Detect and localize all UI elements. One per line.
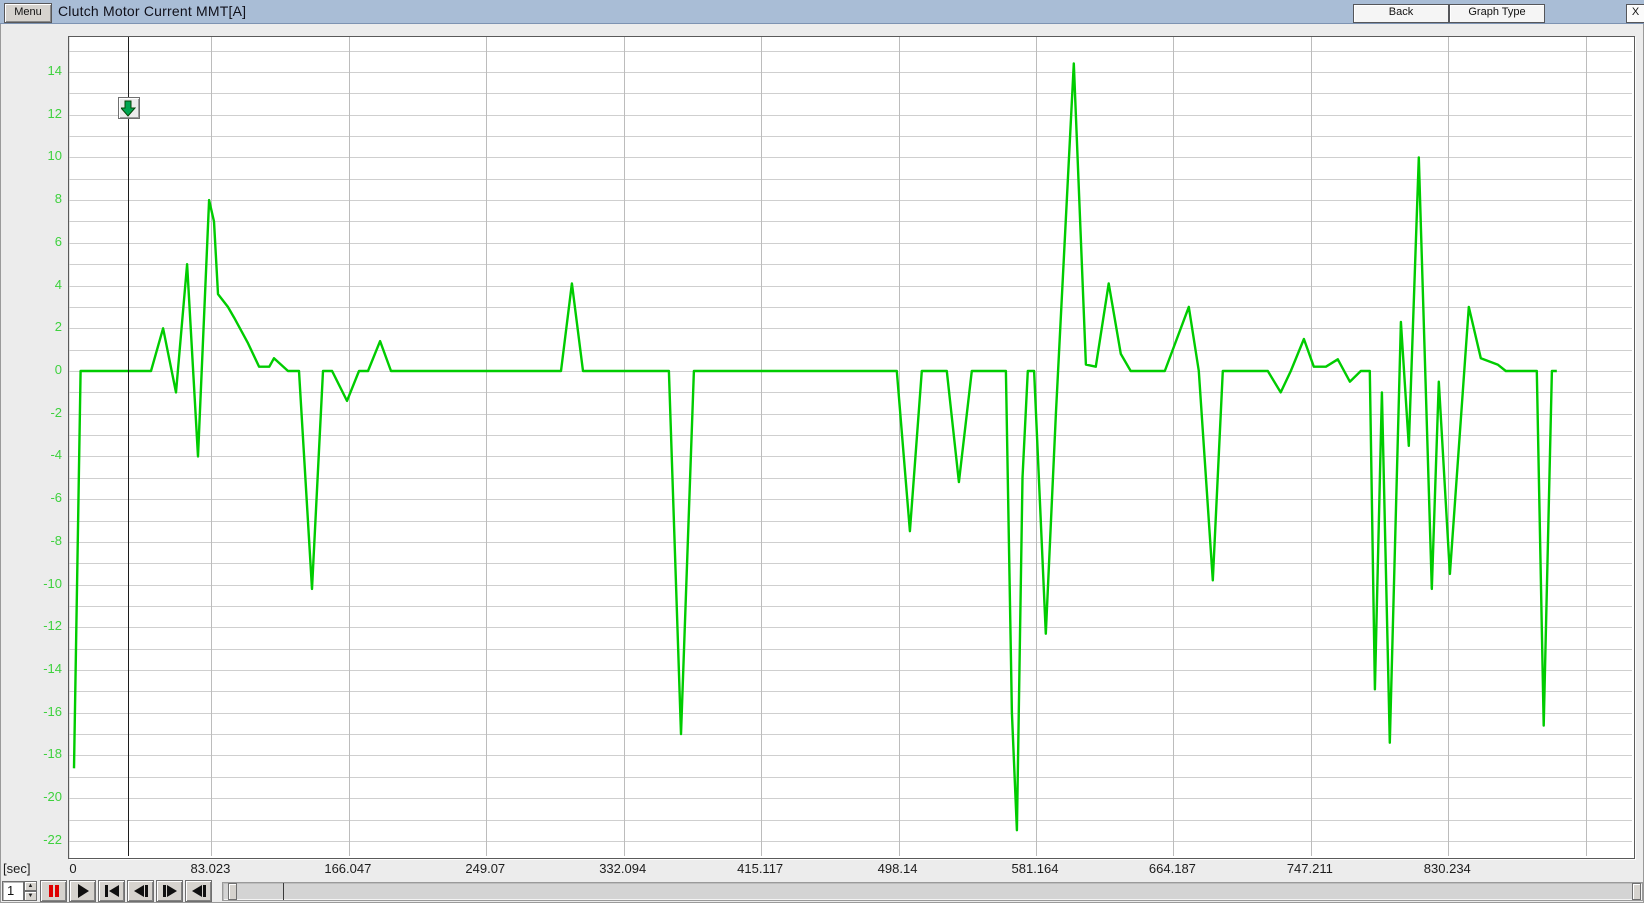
- x-tick-label: 332.094: [599, 861, 646, 876]
- x-tick-label: 830.234: [1424, 861, 1471, 876]
- y-tick-label: -16: [24, 704, 62, 720]
- y-tick-label: -20: [24, 789, 62, 805]
- y-tick-label: 12: [24, 106, 62, 122]
- timeline-position-mark: [283, 883, 284, 900]
- skip-to-start-button[interactable]: [98, 880, 125, 902]
- x-tick-label: 498.14: [878, 861, 918, 876]
- time-cursor-handle[interactable]: [118, 97, 140, 119]
- y-tick-label: -4: [24, 447, 62, 463]
- y-tick-label: -10: [24, 576, 62, 592]
- y-tick-label: -22: [24, 832, 62, 848]
- y-tick-label: -14: [24, 661, 62, 677]
- x-tick-label: 581.164: [1012, 861, 1059, 876]
- step-back-icon: [129, 882, 153, 900]
- skip-to-end-icon: [187, 882, 211, 900]
- x-tick-label: 664.187: [1149, 861, 1196, 876]
- interval-spinner-arrows: ▲ ▼: [24, 881, 37, 901]
- current-trace-line: [74, 63, 1557, 830]
- timeline-slider[interactable]: [222, 882, 1643, 901]
- x-tick-label: 747.211: [1287, 861, 1333, 876]
- x-tick-label: 166.047: [324, 861, 371, 876]
- x-tick-label: 83.023: [191, 861, 231, 876]
- graph-type-button[interactable]: Graph Type: [1449, 4, 1545, 23]
- timeline-slider-thumb[interactable]: [228, 883, 237, 900]
- y-tick-label: 10: [24, 148, 62, 164]
- y-tick-label: 6: [24, 234, 62, 250]
- chart-canvas: [69, 37, 1632, 856]
- y-tick-label: -2: [24, 405, 62, 421]
- step-back-button[interactable]: [127, 880, 154, 902]
- timeline-slider-end-cap[interactable]: [1632, 883, 1641, 900]
- back-button[interactable]: Back: [1353, 4, 1449, 23]
- x-tick-label: 0: [69, 861, 76, 876]
- y-tick-label: 8: [24, 191, 62, 207]
- interval-spinner[interactable]: 1: [2, 881, 24, 901]
- menu-button[interactable]: Menu: [4, 3, 52, 23]
- pause-button[interactable]: [40, 880, 67, 902]
- page-title: Clutch Motor Current MMT[A]: [58, 3, 246, 19]
- step-forward-button[interactable]: [156, 880, 183, 902]
- y-tick-label: -12: [24, 618, 62, 634]
- close-button[interactable]: X: [1626, 4, 1644, 23]
- y-tick-label: -8: [24, 533, 62, 549]
- x-tick-label: 249.07: [465, 861, 505, 876]
- playback-controls: 1 ▲ ▼: [0, 880, 1644, 903]
- y-tick-label: 0: [24, 362, 62, 378]
- green-down-arrow-icon: [121, 100, 136, 117]
- play-icon: [71, 882, 95, 900]
- pause-icon: [42, 882, 66, 900]
- title-bar: Menu Clutch Motor Current MMT[A] Back Gr…: [0, 0, 1644, 24]
- step-forward-icon: [158, 882, 182, 900]
- y-tick-label: -18: [24, 746, 62, 762]
- y-tick-label: -6: [24, 490, 62, 506]
- spinner-up-icon[interactable]: ▲: [24, 881, 37, 891]
- graph-window: Menu Clutch Motor Current MMT[A] Back Gr…: [0, 0, 1644, 903]
- skip-to-end-button[interactable]: [185, 880, 212, 902]
- y-tick-label: 4: [24, 277, 62, 293]
- skip-to-start-icon: [100, 882, 124, 900]
- spinner-down-icon[interactable]: ▼: [24, 891, 37, 901]
- y-tick-label: 2: [24, 319, 62, 335]
- chart-plot-area[interactable]: [68, 36, 1635, 859]
- play-button[interactable]: [69, 880, 96, 902]
- x-tick-label: 415.117: [737, 861, 783, 876]
- y-tick-label: 14: [24, 63, 62, 79]
- x-axis-unit-label: [sec]: [3, 861, 30, 876]
